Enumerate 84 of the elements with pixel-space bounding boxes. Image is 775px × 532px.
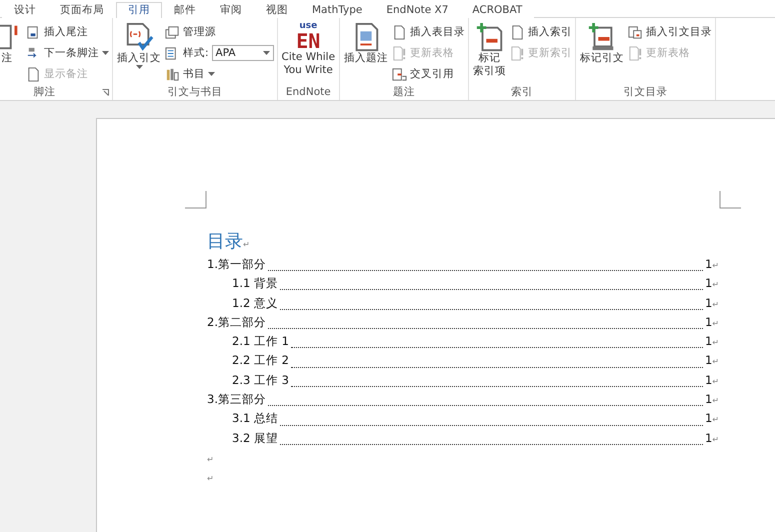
update-icon <box>628 46 644 60</box>
toc-page-number: 1 <box>704 257 712 271</box>
toc-page-number: 1 <box>704 296 712 310</box>
toc-page-number: 1 <box>704 353 712 368</box>
toc-entry-title: 3.2 展望 <box>232 430 278 446</box>
toc-page-number: 1 <box>704 372 712 387</box>
ribbon-small-button[interactable]: 插入引文目录 <box>628 22 712 42</box>
toc-entry-title: 2.第二部分 <box>207 314 266 330</box>
toc-heading: 目录 <box>207 230 243 253</box>
ribbon-large-button[interactable]: 注 <box>0 20 23 84</box>
group-label: EndNote <box>286 85 331 99</box>
endnote-logo: use EN <box>296 22 320 51</box>
group-label: 脚注 <box>34 85 56 99</box>
ribbon-small-button[interactable]: 插入尾注 <box>26 22 109 42</box>
citation-icon <box>124 22 154 52</box>
toc-page-number: 1 <box>704 430 712 445</box>
paragraph-mark: ↵ <box>207 474 214 483</box>
ribbon-small-button[interactable]: 插入索引 <box>510 22 572 42</box>
ribbon-tab[interactable]: 页面布局 <box>48 2 116 18</box>
ribbon-small-button[interactable]: 管理源 <box>165 22 274 42</box>
table-of-authorities-icon <box>628 24 644 40</box>
paragraph-mark: ↵ <box>712 376 719 386</box>
toc-entry-title: 1.2 意义 <box>232 296 278 311</box>
group-label: 引文与书目 <box>167 85 222 99</box>
ribbon-large-button[interactable]: use EN Cite While You Write <box>280 20 336 84</box>
books-icon <box>165 66 180 82</box>
ribbon-tab[interactable]: EndNote X7 <box>374 2 460 18</box>
toc-entry-title: 2.3 工作 3 <box>232 372 289 388</box>
ribbon-tab[interactable]: 邮件 <box>162 2 208 18</box>
toc-page-number: 1 <box>704 276 712 290</box>
ribbon-small-button[interactable]: 交叉引用 <box>392 64 466 84</box>
crop-mark-icon <box>719 191 741 209</box>
style-selector[interactable]: 样式: APA <box>165 43 274 63</box>
toc-entry-title: 3.1 总结 <box>232 411 278 426</box>
update-icon <box>510 46 526 60</box>
dialog-launcher-icon[interactable] <box>102 88 109 96</box>
cross-reference-icon <box>392 66 408 82</box>
ribbon-tab[interactable]: MathType <box>300 2 374 18</box>
toc-page-number: 1 <box>704 392 712 406</box>
ribbon-tab[interactable]: 设计 <box>2 2 48 18</box>
document-icon <box>392 24 408 40</box>
ribbon-small-button[interactable]: 下一条脚注 <box>26 43 109 63</box>
paragraph-mark: ↵ <box>243 240 250 249</box>
crop-mark-icon <box>185 191 207 209</box>
toc-page-number: 1 <box>704 314 712 329</box>
mark-entry-icon <box>474 22 505 52</box>
paragraph-mark: ↵ <box>207 454 214 464</box>
paragraph-mark: ↵ <box>712 396 719 406</box>
paragraph-mark: ↵ <box>712 280 719 290</box>
paragraph-mark: ↵ <box>712 300 719 309</box>
ribbon-large-button[interactable]: 插入引文 <box>116 20 162 84</box>
ribbon-small-button[interactable]: 书目 <box>165 64 274 84</box>
toc-entry-title: 1.1 背景 <box>232 276 278 292</box>
toc-entry-title: 2.1 工作 1 <box>232 334 289 350</box>
toc-entry-title: 3.第三部分 <box>207 392 266 408</box>
paragraph-mark: ↵ <box>712 434 719 444</box>
paragraph-mark: ↵ <box>712 318 719 328</box>
caret-icon <box>262 51 270 55</box>
group-label: 索引 <box>511 85 534 99</box>
manage-sources-icon <box>165 24 180 40</box>
ribbon-tab[interactable]: 审阅 <box>208 2 254 18</box>
group-label: 引文目录 <box>624 85 668 99</box>
ribbon-tab[interactable]: ACROBAT <box>460 2 534 18</box>
caret-icon <box>136 65 142 69</box>
caret-icon <box>102 51 109 55</box>
paragraph-mark: ↵ <box>712 261 719 270</box>
toc-entry-title: 2.2 工作 2 <box>232 353 289 368</box>
document-icon <box>26 66 41 82</box>
ribbon-large-button[interactable]: 插入题注 <box>343 20 390 84</box>
paragraph-mark: ↵ <box>712 338 719 348</box>
ribbon-tab[interactable]: 引用 <box>116 2 162 18</box>
paragraph-mark: ↵ <box>712 357 719 366</box>
ribbon-large-button[interactable]: 标记引文 <box>579 20 626 84</box>
caret-icon <box>208 72 215 76</box>
group-label: 题注 <box>393 85 416 99</box>
toc-page-number: 1 <box>704 411 712 426</box>
toc-page-number: 1 <box>704 334 712 348</box>
ribbon-large-button[interactable]: 标记 索引项 <box>472 20 508 84</box>
update-icon <box>392 46 408 60</box>
toc-entry-title: 1.第一部分 <box>207 257 266 272</box>
ribbon-small-button[interactable]: 插入表目录 <box>392 22 466 42</box>
paragraph-mark: ↵ <box>712 415 719 424</box>
document-icon <box>510 24 526 40</box>
ribbon-tab[interactable]: 视图 <box>254 2 300 18</box>
